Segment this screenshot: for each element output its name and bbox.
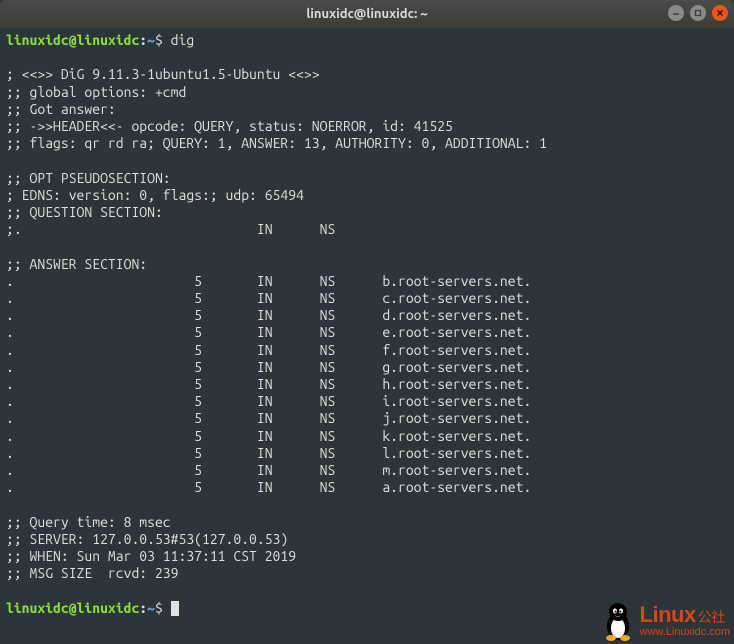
prompt-colon: : bbox=[139, 32, 147, 48]
command-text: dig bbox=[171, 32, 195, 48]
out-global: ;; global options: +cmd bbox=[6, 84, 186, 100]
watermark-url: www.Linuxidc.com bbox=[640, 627, 730, 638]
out-flags: ;; flags: qr rd ra; QUERY: 1, ANSWER: 13… bbox=[6, 135, 547, 151]
close-button[interactable] bbox=[712, 5, 728, 21]
answer-row: . 5 IN NS a.root-servers.net. bbox=[6, 479, 531, 495]
titlebar[interactable]: linuxidc@linuxidc: ~ bbox=[0, 0, 734, 28]
prompt-user: linuxidc@linuxidc bbox=[6, 32, 139, 48]
out-edns: ; EDNS: version: 0, flags:; udp: 65494 bbox=[6, 187, 304, 203]
out-opt-header: ;; OPT PSEUDOSECTION: bbox=[6, 170, 171, 186]
terminal-content[interactable]: linuxidc@linuxidc:~$ dig ; <<>> DiG 9.11… bbox=[0, 28, 734, 644]
out-when: ;; WHEN: Sun Mar 03 11:37:11 CST 2019 bbox=[6, 548, 296, 564]
cursor bbox=[171, 601, 179, 616]
answer-row: . 5 IN NS l.root-servers.net. bbox=[6, 445, 531, 461]
watermark-text: Linux公社 www.Linuxidc.com bbox=[640, 604, 730, 638]
answer-row: . 5 IN NS d.root-servers.net. bbox=[6, 307, 531, 323]
out-question: ;. IN NS bbox=[6, 221, 335, 237]
answer-row: . 5 IN NS k.root-servers.net. bbox=[6, 428, 531, 444]
answer-row: . 5 IN NS i.root-servers.net. bbox=[6, 393, 531, 409]
out-got-answer: ;; Got answer: bbox=[6, 101, 116, 117]
prompt-path: ~ bbox=[147, 600, 155, 616]
answer-row: . 5 IN NS h.root-servers.net. bbox=[6, 376, 531, 392]
out-querytime: ;; Query time: 8 msec bbox=[6, 514, 171, 530]
watermark: Linux公社 www.Linuxidc.com bbox=[600, 600, 730, 642]
answer-row: . 5 IN NS e.root-servers.net. bbox=[6, 324, 531, 340]
penguin-icon bbox=[600, 600, 636, 642]
prompt-colon: : bbox=[139, 600, 147, 616]
answer-row: . 5 IN NS c.root-servers.net. bbox=[6, 290, 531, 306]
out-version: ; <<>> DiG 9.11.3-1ubuntu1.5-Ubuntu <<>> bbox=[6, 66, 320, 82]
prompt-user: linuxidc@linuxidc bbox=[6, 600, 139, 616]
out-question-header: ;; QUESTION SECTION: bbox=[6, 204, 163, 220]
out-server: ;; SERVER: 127.0.0.53#53(127.0.0.53) bbox=[6, 531, 288, 547]
window-controls bbox=[668, 5, 728, 21]
answer-row: . 5 IN NS g.root-servers.net. bbox=[6, 359, 531, 375]
out-msgsize: ;; MSG SIZE rcvd: 239 bbox=[6, 565, 178, 581]
terminal-window: linuxidc@linuxidc: ~ linuxidc@linuxidc:~… bbox=[0, 0, 734, 644]
prompt-symbol: $ bbox=[155, 600, 163, 616]
answer-row: . 5 IN NS m.root-servers.net. bbox=[6, 462, 531, 478]
answer-row: . 5 IN NS j.root-servers.net. bbox=[6, 410, 531, 426]
answer-row: . 5 IN NS f.root-servers.net. bbox=[6, 342, 531, 358]
out-header: ;; ->>HEADER<<- opcode: QUERY, status: N… bbox=[6, 118, 453, 134]
maximize-button[interactable] bbox=[690, 5, 706, 21]
out-answer-header: ;; ANSWER SECTION: bbox=[6, 256, 147, 272]
window-title: linuxidc@linuxidc: ~ bbox=[306, 7, 427, 21]
minimize-button[interactable] bbox=[668, 5, 684, 21]
prompt-symbol: $ bbox=[155, 32, 163, 48]
answer-row: . 5 IN NS b.root-servers.net. bbox=[6, 273, 531, 289]
watermark-brand: Linux公社 bbox=[640, 604, 730, 626]
prompt-path: ~ bbox=[147, 32, 155, 48]
